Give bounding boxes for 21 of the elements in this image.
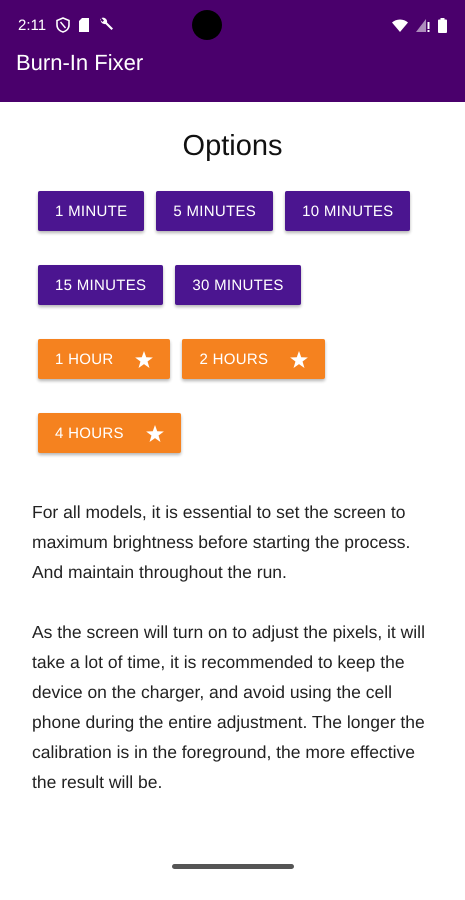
- duration-button[interactable]: 5 MINUTES: [156, 191, 274, 231]
- status-time: 2:11: [18, 16, 46, 34]
- gesture-handle[interactable]: [172, 864, 294, 869]
- camera-cutout: [192, 10, 222, 40]
- info-paragraph: As the screen will turn on to adjust the pixels, it will take a lot of time, it is recommended to keep the device on the charger, and avoid using the cell phone during the entire adjustment. The longer the calibration is in the foreground, the more effective the result will be.: [32, 621, 426, 794]
- options-heading: Options: [182, 130, 284, 163]
- duration-button[interactable]: 30 MINUTES: [175, 265, 301, 305]
- wifi-icon: [392, 18, 408, 32]
- star-icon: [290, 350, 308, 368]
- info-paragraph: For all models, it is essential to set the screen to maximum brightness before starting the process. And maintain throughout the run.: [32, 501, 412, 584]
- duration-button[interactable]: 1 MINUTE: [38, 191, 144, 231]
- duration-button[interactable]: 10 MINUTES: [285, 191, 410, 231]
- sd-card-icon: [78, 18, 90, 32]
- shield-icon: [56, 17, 70, 33]
- duration-button[interactable]: 15 MINUTES: [38, 265, 164, 305]
- app-title: Burn-In Fixer: [16, 50, 144, 75]
- wrench-icon: [98, 17, 114, 33]
- star-icon: [146, 424, 164, 442]
- battery-icon: [438, 18, 447, 32]
- star-icon: [135, 350, 154, 368]
- signal-icon: [416, 18, 430, 32]
